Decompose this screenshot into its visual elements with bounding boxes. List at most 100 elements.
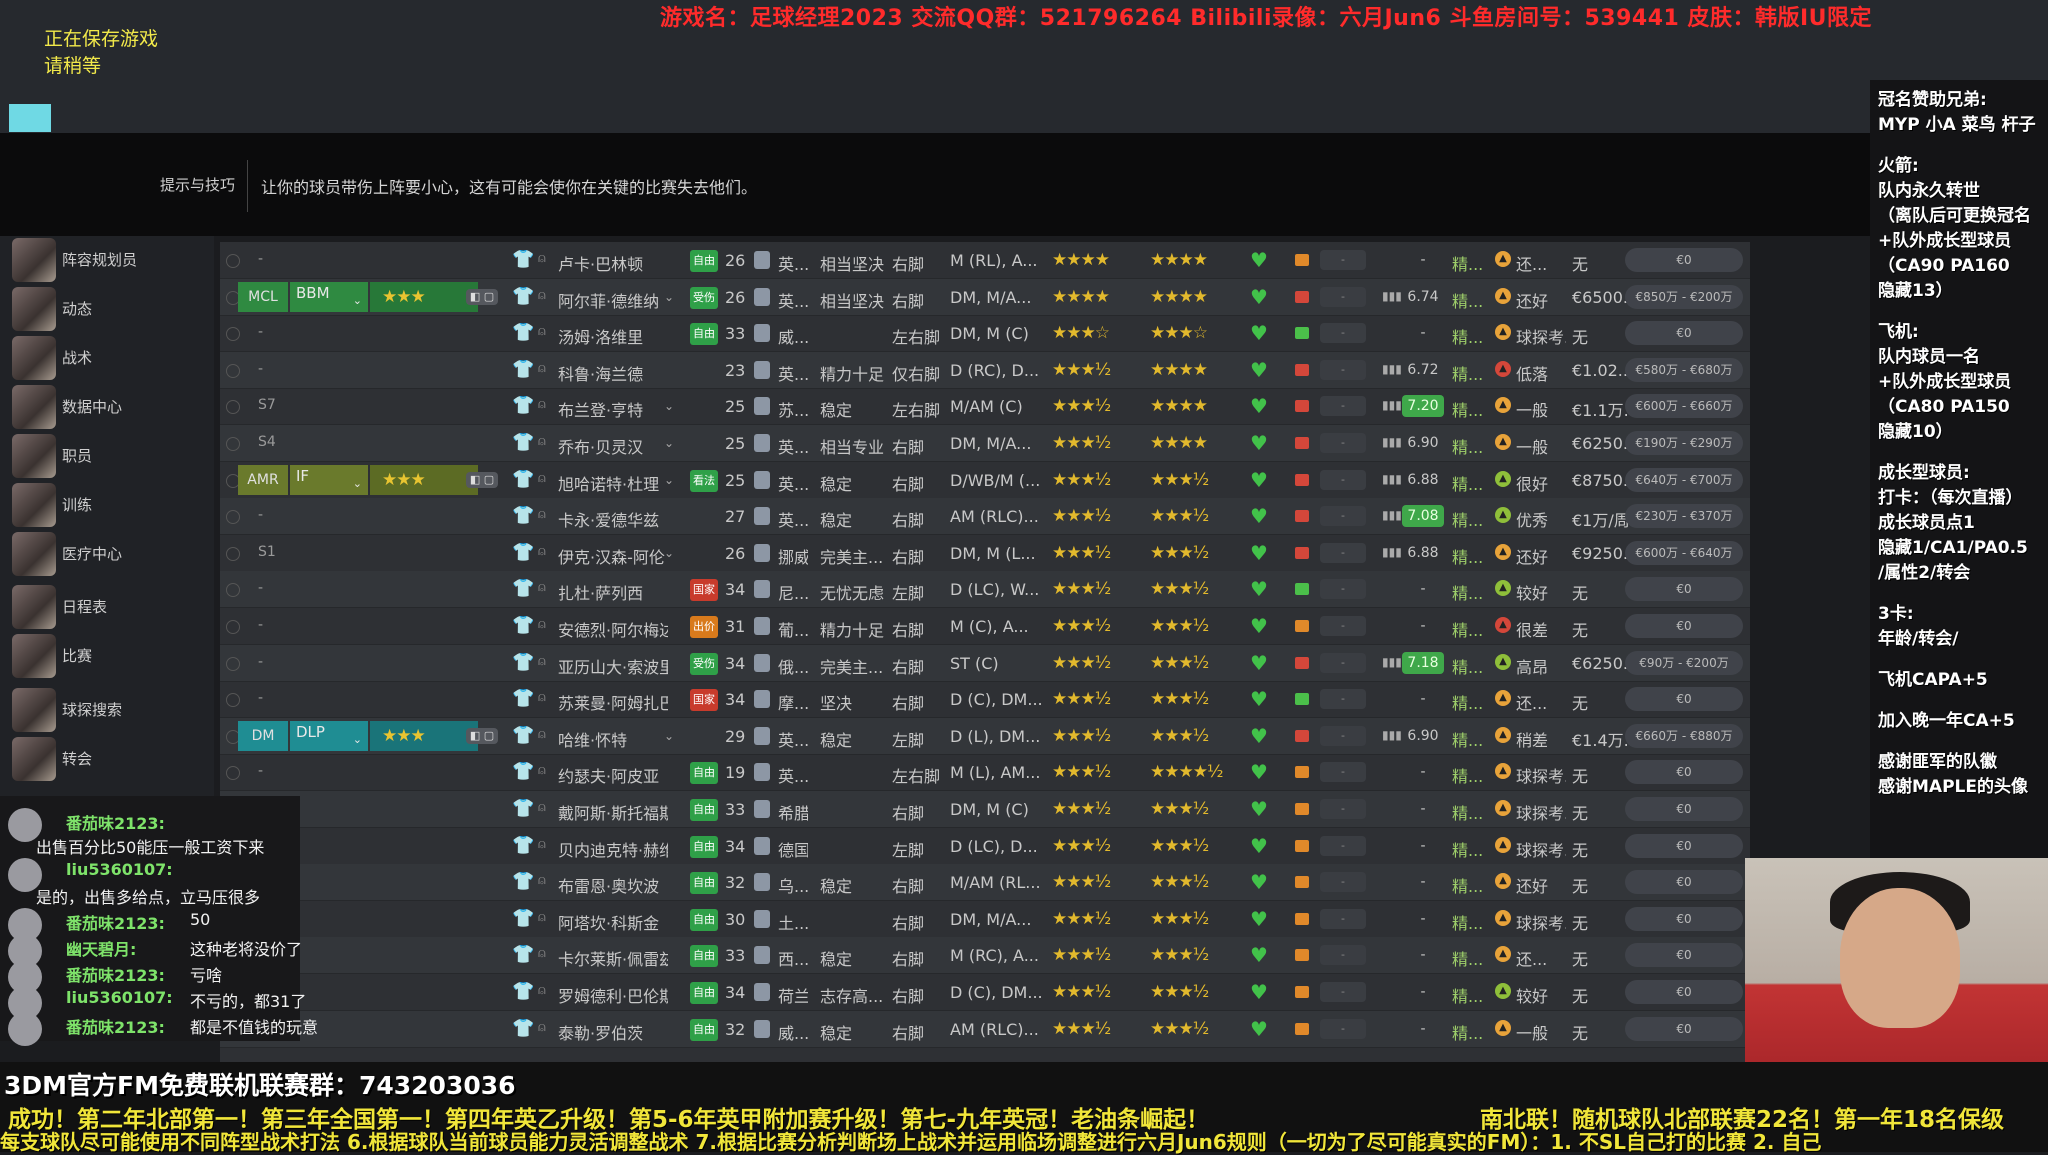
- row-select-checkbox[interactable]: [226, 400, 240, 415]
- selection-dropdown[interactable]: -: [1320, 359, 1366, 380]
- selection-dropdown[interactable]: -: [1320, 506, 1366, 527]
- selection-dropdown[interactable]: -: [1320, 762, 1366, 783]
- row-select-checkbox[interactable]: [226, 327, 240, 342]
- sidebar-item-staff[interactable]: 职员: [0, 432, 214, 478]
- selection-dropdown[interactable]: -: [1320, 433, 1366, 453]
- sidebar-item-data-hub[interactable]: 数据中心: [0, 383, 214, 429]
- row-select-checkbox[interactable]: [226, 546, 240, 561]
- table-row[interactable]: - 👕 ⍝ 卡永·爱德华兹 27 英... 稳定 右脚 AM (RLC)... ★★★½ ★★★½ ♥…: [220, 498, 1750, 536]
- row-select-checkbox[interactable]: [226, 437, 240, 451]
- row-select-checkbox[interactable]: [226, 620, 240, 634]
- player-name[interactable]: 旭哈诺特·杜理: [558, 471, 668, 495]
- player-name[interactable]: 布兰登·亨特: [558, 397, 668, 421]
- table-row[interactable]: S7 👕 ⍝ 布兰登·亨特 ⌄ 25 苏... 稳定 左右脚 M/AM (C) ★★★½ ★★★★ ♥ -…: [220, 388, 1750, 426]
- sidebar-item-squad-planner[interactable]: 阵容规划员: [0, 236, 214, 282]
- selection-dropdown[interactable]: -: [1320, 616, 1366, 636]
- table-row[interactable]: - 👕 ⍝ 苏莱曼·阿姆扎巴 国家 34 摩... 坚决 右脚 D (C), DM... ★★★½ ★…: [220, 681, 1750, 719]
- player-name[interactable]: 亚历山大·索波里夫: [558, 654, 668, 678]
- chevron-down-icon[interactable]: ⌄: [664, 546, 674, 560]
- tactic-slot[interactable]: MCL BBM ⌄ ★★★: [238, 281, 478, 312]
- row-select-checkbox[interactable]: [226, 363, 240, 378]
- table-row[interactable]: MCL BBM ⌄ ★★★ ◧ ▢ 👕 ⍝ 阿尔菲·德维纳 ⌄ 受伤 26 英... 相当坚决 右脚 DM,…: [220, 278, 1750, 316]
- sidebar-item-tactics[interactable]: 战术: [0, 334, 214, 380]
- table-row[interactable]: - 👕⍝ 贝内迪克特·赫维自由 34 德国 左脚 D (LC), D... ★★★½ ★★★½ ♥…: [220, 828, 1750, 865]
- player-name[interactable]: 科鲁·海兰德: [558, 361, 668, 385]
- player-name[interactable]: 约瑟夫·阿皮亚: [558, 763, 668, 787]
- row-select-checkbox[interactable]: [226, 693, 240, 708]
- selection-dropdown[interactable]: -: [1320, 799, 1366, 819]
- sidebar-item-scouting[interactable]: 球探搜索: [0, 686, 214, 732]
- row-select-checkbox[interactable]: [226, 254, 240, 268]
- table-row[interactable]: - 👕⍝ 阿塔坎·科斯金自由 30 土... 右脚 DM, M/A... ★★★½ ★★★½ ♥ -…: [220, 901, 1750, 938]
- row-select-checkbox[interactable]: [226, 656, 240, 671]
- tactic-role-dropdown[interactable]: IF ⌄: [290, 464, 368, 495]
- sidebar-item-schedule[interactable]: 日程表: [0, 583, 214, 629]
- table-row[interactable]: - 👕⍝ 布雷恩·奥坎波自由 32 乌... 稳定 右脚 M/AM (RL... ★★★½ ★★★…: [220, 864, 1750, 902]
- sidebar-item-dynamics[interactable]: 动态: [0, 285, 214, 331]
- chevron-down-icon[interactable]: ⌄: [664, 729, 674, 743]
- selection-dropdown[interactable]: -: [1320, 542, 1366, 563]
- player-name[interactable]: 安德烈·阿尔梅达: [558, 617, 668, 641]
- row-select-checkbox[interactable]: [226, 510, 240, 525]
- selection-dropdown[interactable]: -: [1320, 725, 1366, 746]
- table-row[interactable]: - 👕 ⍝ 扎杜·萨列西 国家 34 尼... 无忧无虑 左脚 D (LC), W... ★★★½ ★…: [220, 571, 1750, 609]
- table-row[interactable]: S1 👕 ⍝ 伊克·汉森-阿伦 ⌄ 26 挪威 完美主... 右脚 DM, M (L... ★★★½…: [220, 535, 1750, 572]
- selection-dropdown[interactable]: -: [1320, 945, 1366, 966]
- chevron-down-icon[interactable]: ⌄: [664, 473, 674, 487]
- chevron-down-icon[interactable]: ⌄: [664, 399, 674, 413]
- player-name[interactable]: 贝内迪克特·赫维: [558, 837, 668, 861]
- selection-dropdown[interactable]: -: [1320, 250, 1366, 270]
- tactic-slot[interactable]: DM DLP ⌄ ★★★: [238, 720, 478, 751]
- selection-dropdown[interactable]: -: [1320, 396, 1366, 417]
- selection-dropdown[interactable]: -: [1320, 286, 1366, 307]
- player-name[interactable]: 卢卡·巴林顿: [558, 251, 668, 275]
- table-row[interactable]: - 👕 ⍝ 约瑟夫·阿皮亚 自由 19 英... 左右脚 M (L), AM... ★★★½ ★★★…: [220, 754, 1750, 792]
- table-row[interactable]: -👕⍝戴阿斯·斯托福斯自由33希腊右脚DM, M (C)★★★½★★★½♥--精…: [220, 791, 1750, 828]
- tactic-role-dropdown[interactable]: DLP ⌄: [290, 720, 368, 751]
- selection-dropdown[interactable]: -: [1320, 908, 1366, 929]
- row-select-checkbox[interactable]: [226, 766, 240, 781]
- player-name[interactable]: 汤姆·洛维里: [558, 324, 668, 348]
- table-row[interactable]: - 👕⍝ 泰勒·罗伯茨自由 32 威... 稳定 右脚 AM (RLC)... ★★★½ ★★★½…: [220, 1010, 1750, 1048]
- chevron-down-icon[interactable]: ⌄: [664, 290, 674, 304]
- player-name[interactable]: 泰勒·罗伯茨: [558, 1020, 668, 1044]
- selection-dropdown[interactable]: -: [1320, 1018, 1366, 1039]
- table-row[interactable]: DM DLP ⌄ ★★★ ◧ ▢ 👕 ⍝ 哈维·怀特 ⌄ 29 英... 稳定 左脚 D (L), DM.…: [220, 717, 1750, 755]
- selection-dropdown[interactable]: -: [1320, 469, 1366, 490]
- player-name[interactable]: 伊克·汉森-阿伦: [558, 544, 668, 568]
- selection-dropdown[interactable]: -: [1320, 579, 1366, 600]
- table-row[interactable]: - 👕 ⍝ 汤姆·洛维里 自由 33 威... 左右脚 DM, M (C) ★★★☆ ★★★☆ ♥ - -…: [220, 315, 1750, 353]
- table-row[interactable]: - 👕 ⍝ 安德烈·阿尔梅达 出价 31 葡... 精力十足 右脚 M (C), A... ★★★½…: [220, 608, 1750, 645]
- player-name[interactable]: 苏莱曼·阿姆扎巴: [558, 690, 668, 714]
- table-row[interactable]: - 👕 ⍝ 卢卡·巴林顿 自由 26 英... 相当坚决 右脚 M (RL), A... ★★★★ ★…: [220, 242, 1750, 279]
- player-name[interactable]: 扎杜·萨列西: [558, 580, 668, 604]
- table-row[interactable]: AMR IF ⌄ ★★★ ◧ ▢ 👕 ⍝ 旭哈诺特·杜理 ⌄ 看法 25 英... 稳定 右脚 D/WB/M…: [220, 462, 1750, 499]
- sidebar-item-medical[interactable]: 医疗中心: [0, 530, 214, 576]
- player-name[interactable]: 卡永·爱德华兹: [558, 507, 668, 531]
- player-name[interactable]: 罗姆德利·巴伦斯: [558, 983, 668, 1007]
- tactic-toggle[interactable]: ◧ ▢: [466, 288, 498, 305]
- selection-dropdown[interactable]: -: [1320, 982, 1366, 1002]
- player-name[interactable]: 戴阿斯·斯托福斯: [558, 800, 668, 824]
- table-row[interactable]: - 👕⍝ 卡尔莱斯·佩雷兹自由 33 西... 稳定 右脚 M (RC), A... ★★★½ ★…: [220, 937, 1750, 975]
- table-row[interactable]: S4 👕 ⍝ 乔布·贝灵汉 ⌄ 25 英... 相当专业 右脚 DM, M/A... ★★★½ ★★★…: [220, 425, 1750, 462]
- selection-dropdown[interactable]: -: [1320, 689, 1366, 710]
- sidebar-item-matches[interactable]: 比赛: [0, 632, 214, 678]
- player-name[interactable]: 阿尔菲·德维纳: [558, 288, 668, 312]
- sidebar-item-transfers[interactable]: 转会: [0, 735, 214, 781]
- selection-dropdown[interactable]: -: [1320, 652, 1366, 673]
- table-row[interactable]: - 👕 ⍝ 科鲁·海兰德 23 英... 精力十足 仅右脚 D (RC), D... ★★★½ ★★…: [220, 351, 1750, 389]
- tactic-toggle[interactable]: ◧ ▢: [466, 727, 498, 744]
- player-name[interactable]: 乔布·贝灵汉: [558, 434, 668, 458]
- tactic-role-dropdown[interactable]: BBM ⌄: [290, 281, 368, 312]
- selection-dropdown[interactable]: -: [1320, 872, 1366, 893]
- player-name[interactable]: 卡尔莱斯·佩雷兹: [558, 946, 668, 970]
- chevron-down-icon[interactable]: ⌄: [664, 436, 674, 450]
- selection-dropdown[interactable]: -: [1320, 835, 1366, 856]
- table-row[interactable]: - 👕⍝ 罗姆德利·巴伦斯自由 34 荷兰志存高... 右脚 D (C), DM... ★★★…: [220, 974, 1750, 1011]
- row-select-checkbox[interactable]: [226, 583, 240, 598]
- table-row[interactable]: - 👕⍝ 亚历山大·索波里夫受伤 34 俄... 完美主... 右脚 ST (C) ★★★½ ★★…: [220, 644, 1750, 682]
- player-name[interactable]: 布雷恩·奥坎波: [558, 873, 668, 897]
- sidebar-item-training[interactable]: 训练: [0, 481, 214, 527]
- player-name[interactable]: 阿塔坎·科斯金: [558, 910, 668, 934]
